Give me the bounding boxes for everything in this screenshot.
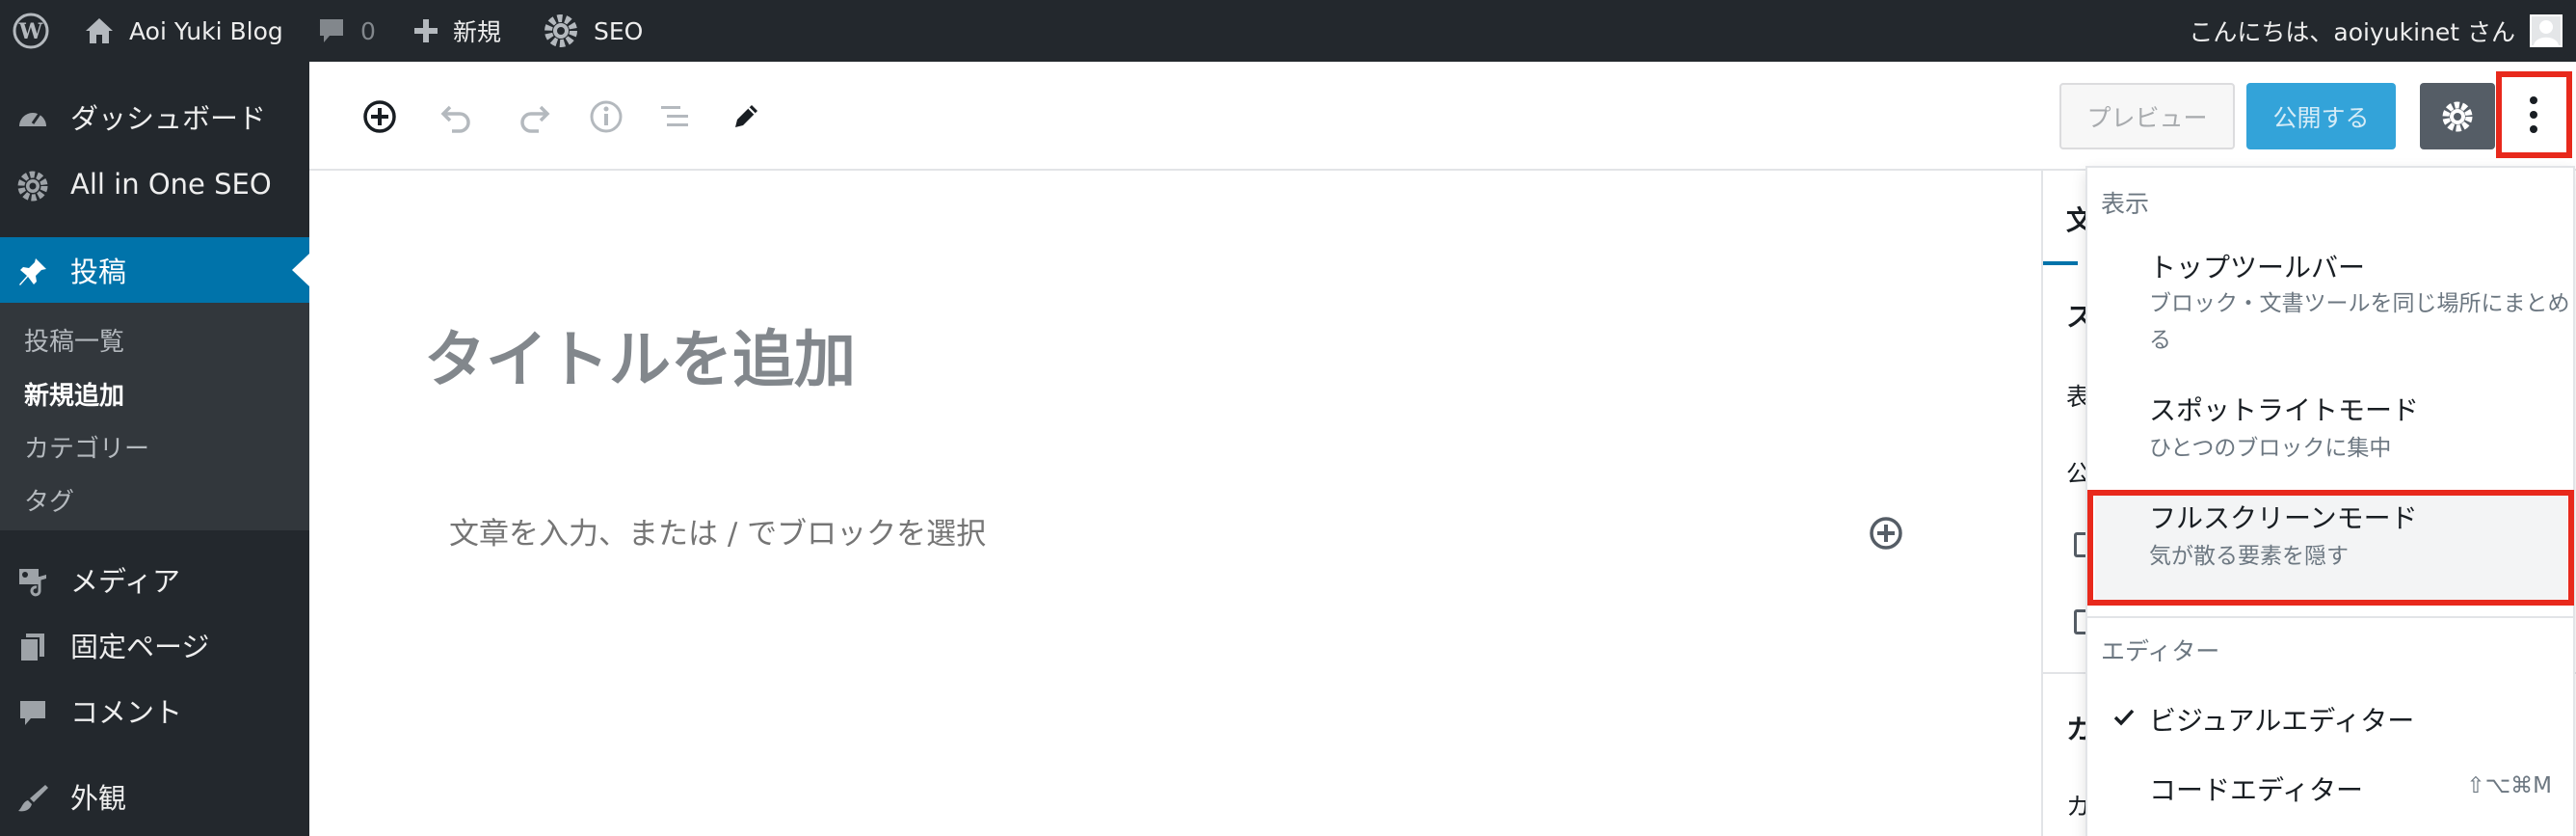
menu-item-label: スポットライトモード xyxy=(2149,394,2420,426)
comment-bubble-icon xyxy=(320,19,343,42)
more-options-button[interactable] xyxy=(2499,73,2568,156)
undo-icon xyxy=(440,105,470,133)
publish-button[interactable]: 公開する xyxy=(2246,83,2396,149)
new-content-link[interactable]: 新規 xyxy=(412,0,501,62)
brush-icon xyxy=(18,785,48,812)
menu-item-comments[interactable]: コメント xyxy=(0,678,309,743)
menu-item-label: コメント xyxy=(70,696,183,729)
menu-item-media[interactable]: メディア xyxy=(0,547,309,612)
current-menu-arrow xyxy=(292,254,309,286)
checkmark-icon xyxy=(2113,709,2135,726)
list-outline-icon xyxy=(661,106,688,126)
avatar-person-icon xyxy=(2534,20,2559,45)
comment-icon xyxy=(20,701,45,725)
wordpress-logo-button[interactable]: W xyxy=(12,0,50,62)
menu-group-label-editor: エディター xyxy=(2101,637,2220,665)
menu-item-posts[interactable]: 投稿 xyxy=(0,237,309,303)
menu-item-label: コードエディター xyxy=(2149,774,2364,806)
preview-button[interactable]: プレビュー xyxy=(2059,83,2235,149)
menu-item-label: 投稿 xyxy=(70,256,127,288)
inline-add-block-icon[interactable] xyxy=(1867,514,1905,553)
editor-toolbar: プレビュー 公開する xyxy=(309,62,2576,171)
menu-item-pages[interactable]: 固定ページ xyxy=(0,612,309,678)
tools-edit-button[interactable] xyxy=(724,94,768,139)
menu-item-top-toolbar[interactable]: トップツールバー ブロック・文書ツールを同じ場所にまとめる xyxy=(2087,237,2573,353)
settings-button[interactable] xyxy=(2420,83,2495,149)
menu-item-description: ひとつのブロックに集中 xyxy=(2149,436,2392,461)
content-info-button[interactable] xyxy=(584,94,628,139)
block-placeholder[interactable]: 文章を入力、または / でブロックを選択 xyxy=(449,509,986,553)
plus-icon xyxy=(414,19,438,42)
menu-item-label: トップツールバー xyxy=(2149,252,2366,283)
undo-button[interactable] xyxy=(435,94,479,139)
info-icon xyxy=(590,100,623,133)
menu-item-spotlight-mode[interactable]: スポットライトモード ひとつのブロックに集中 xyxy=(2087,388,2573,474)
new-label: 新規 xyxy=(453,18,502,46)
post-title-placeholder[interactable]: タイトルを追加 xyxy=(424,310,856,399)
add-block-icon xyxy=(363,100,396,133)
gear-icon xyxy=(2442,101,2473,131)
menu-item-description: ブロック・文書ツールを同じ場所にまとめる xyxy=(2149,291,2570,353)
site-name-link[interactable]: Aoi Yuki Blog xyxy=(83,0,283,62)
comments-count: 0 xyxy=(360,16,376,45)
menu-item-dashboard[interactable]: ダッシュボード xyxy=(0,84,309,149)
menu-item-description: 気が散る要素を隠す xyxy=(2149,544,2349,569)
menu-item-all-in-one-seo[interactable]: All in One SEO xyxy=(0,151,309,217)
more-options-menu: 表示 トップツールバー ブロック・文書ツールを同じ場所にまとめる スポットライト… xyxy=(2085,166,2575,836)
menu-item-visual-editor[interactable]: ビジュアルエディター xyxy=(2087,685,2573,752)
menu-item-label: 外観 xyxy=(70,782,127,815)
submenu-item-all-posts[interactable]: 投稿一覧 xyxy=(24,322,124,358)
wordpress-logo-icon: W xyxy=(13,13,49,49)
menu-separator xyxy=(2087,616,2573,618)
home-icon xyxy=(86,18,113,43)
vertical-ellipsis-icon xyxy=(2530,96,2537,133)
submenu-item-categories[interactable]: カテゴリー xyxy=(24,429,149,465)
menu-item-label: All in One SEO xyxy=(70,168,272,201)
submenu-item-add-new[interactable]: 新規追加 xyxy=(24,376,124,412)
account-menu[interactable]: こんにちは、aoiyukinet さん xyxy=(2189,0,2515,62)
pencil-icon xyxy=(735,105,757,127)
avatar[interactable] xyxy=(2530,14,2563,47)
pin-icon xyxy=(19,258,46,285)
comments-link[interactable]: 0 xyxy=(316,0,376,62)
gear-icon xyxy=(544,14,577,47)
site-name: Aoi Yuki Blog xyxy=(129,16,283,45)
greeting: こんにちは、aoiyukinet さん xyxy=(2189,18,2515,46)
seo-label: SEO xyxy=(594,16,644,45)
pages-icon xyxy=(19,634,44,662)
gear-icon xyxy=(17,171,48,202)
admin-bar: W Aoi Yuki Blog 0 新規 SEO こんにちは、aoiyukine… xyxy=(0,0,2576,62)
svg-text:W: W xyxy=(18,19,43,44)
menu-item-label: ダッシュボード xyxy=(70,102,267,135)
menu-item-fullscreen-mode[interactable]: フルスクリーンモード 気が散る要素を隠す xyxy=(2095,496,2567,602)
menu-item-label: ビジュアルエディター xyxy=(2149,705,2415,737)
admin-menu: ダッシュボード All in One SEO 投稿 投稿一覧 新規追加 カテゴリ… xyxy=(0,62,309,836)
menu-group-label-view: 表示 xyxy=(2101,190,2150,218)
submenu-item-tags[interactable]: タグ xyxy=(24,482,74,518)
block-navigation-button[interactable] xyxy=(653,94,698,139)
menu-item-label: 固定ページ xyxy=(70,631,210,663)
redo-button[interactable] xyxy=(512,94,556,139)
menu-item-appearance[interactable]: 外観 xyxy=(0,764,309,829)
add-block-button[interactable] xyxy=(358,94,402,139)
menu-item-label: メディア xyxy=(70,565,180,598)
seo-link[interactable]: SEO xyxy=(542,0,643,62)
menu-item-label: フルスクリーンモード xyxy=(2149,502,2418,534)
keyboard-shortcut: ⇧⌥⌘M xyxy=(2466,773,2552,798)
redo-icon xyxy=(520,105,550,133)
media-icon xyxy=(19,569,46,597)
posts-submenu: 投稿一覧 新規追加 カテゴリー タグ xyxy=(0,303,309,530)
dashboard-icon xyxy=(19,113,46,126)
